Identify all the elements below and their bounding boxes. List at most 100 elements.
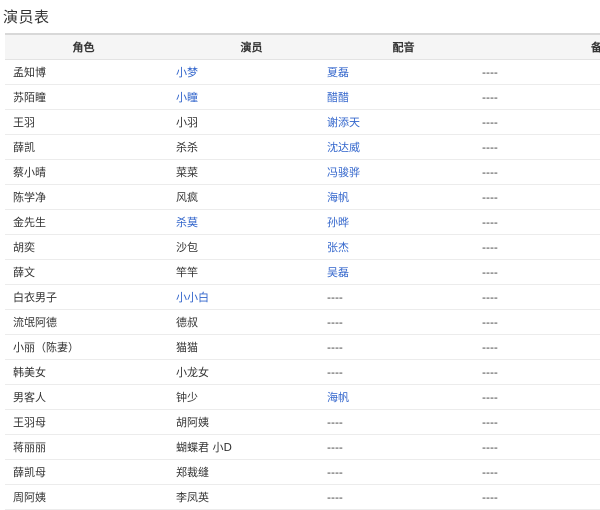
role-text: 孟知博 — [13, 66, 46, 79]
cell-role: 金先生 — [5, 209, 176, 235]
cell-note: ---- — [480, 209, 600, 235]
role-text: 胡奕 — [13, 241, 35, 254]
role-text: 薛凯 — [13, 141, 35, 154]
voice-link[interactable]: 吴磊 — [327, 266, 349, 279]
voice-link[interactable]: 海帆 — [327, 391, 349, 404]
cast-table: 角色 演员 配音 备注 孟知博 小梦 夏磊 ---- 苏陌瞳 小瞳 醋醋 ---- 王羽 小羽 谢添… — [5, 33, 600, 510]
cell-actor: 胡阿姨 — [176, 409, 327, 435]
cell-role: 白衣男子 — [5, 284, 176, 310]
note-text: ---- — [482, 390, 498, 404]
voice-link[interactable]: 夏磊 — [327, 66, 349, 79]
cell-note: ---- — [480, 459, 600, 485]
actor-link[interactable]: 小梦 — [176, 66, 198, 79]
header-row: 角色 演员 配音 备注 — [5, 33, 600, 60]
cell-note: ---- — [480, 59, 600, 85]
note-text: ---- — [482, 140, 498, 154]
header-role: 角色 — [5, 33, 176, 60]
table-row: 薛文 竿竿 吴磊 ---- — [5, 259, 600, 285]
cell-voice: 张杰 — [327, 234, 480, 260]
cell-role: 薛凯母 — [5, 459, 176, 485]
voice-link[interactable]: 谢添天 — [327, 116, 360, 129]
cell-actor: 风疯 — [176, 184, 327, 210]
cell-actor: 李凤英 — [176, 484, 327, 510]
table-row: 小丽（陈妻） 猫猫 ---- ---- — [5, 334, 600, 360]
cell-actor: 郑裁缝 — [176, 459, 327, 485]
table-row: 王羽母 胡阿姨 ---- ---- — [5, 409, 600, 435]
cell-note: ---- — [480, 234, 600, 260]
voice-link[interactable]: 醋醋 — [327, 91, 349, 104]
cell-voice: ---- — [327, 359, 480, 385]
page-title: 演员表 — [3, 8, 50, 26]
cell-note: ---- — [480, 109, 600, 135]
voice-text: ---- — [327, 415, 343, 429]
cell-voice: ---- — [327, 484, 480, 510]
note-text: ---- — [482, 265, 498, 279]
actor-text: 菜菜 — [176, 166, 198, 179]
voice-text: ---- — [327, 315, 343, 329]
cell-voice: ---- — [327, 459, 480, 485]
cell-voice: 冯骏骅 — [327, 159, 480, 185]
role-text: 流氓阿德 — [13, 316, 57, 329]
note-text: ---- — [482, 440, 498, 454]
cell-note: ---- — [480, 284, 600, 310]
cell-role: 苏陌瞳 — [5, 84, 176, 110]
header-voice: 配音 — [327, 33, 480, 60]
table-row: 苏陌瞳 小瞳 醋醋 ---- — [5, 84, 600, 110]
actor-link[interactable]: 小瞳 — [176, 91, 198, 104]
voice-text: ---- — [327, 365, 343, 379]
note-text: ---- — [482, 415, 498, 429]
voice-link[interactable]: 冯骏骅 — [327, 166, 360, 179]
cell-voice: ---- — [327, 284, 480, 310]
cell-actor: 小小白 — [176, 284, 327, 310]
note-text: ---- — [482, 465, 498, 479]
actor-text: 钟少 — [176, 391, 198, 404]
table-row: 胡奕 沙包 张杰 ---- — [5, 234, 600, 260]
role-text: 苏陌瞳 — [13, 91, 46, 104]
cell-role: 流氓阿德 — [5, 309, 176, 335]
cell-actor: 小梦 — [176, 59, 327, 85]
cell-actor: 猫猫 — [176, 334, 327, 360]
note-text: ---- — [482, 240, 498, 254]
role-text: 王羽母 — [13, 416, 46, 429]
cell-role: 周阿姨 — [5, 484, 176, 510]
role-text: 白衣男子 — [13, 291, 57, 304]
cell-voice: 夏磊 — [327, 59, 480, 85]
cell-voice: ---- — [327, 434, 480, 460]
note-text: ---- — [482, 65, 498, 79]
voice-link[interactable]: 张杰 — [327, 241, 349, 254]
table-row: 韩美女 小龙女 ---- ---- — [5, 359, 600, 385]
cell-role: 薛凯 — [5, 134, 176, 160]
actor-link[interactable]: 小小白 — [176, 291, 209, 304]
actor-link[interactable]: 杀莫 — [176, 216, 198, 229]
cell-voice: ---- — [327, 309, 480, 335]
role-text: 王羽 — [13, 116, 35, 129]
cell-role: 蔡小晴 — [5, 159, 176, 185]
voice-link[interactable]: 沈达威 — [327, 141, 360, 154]
note-text: ---- — [482, 315, 498, 329]
cell-note: ---- — [480, 334, 600, 360]
cast-table-body: 孟知博 小梦 夏磊 ---- 苏陌瞳 小瞳 醋醋 ---- 王羽 小羽 谢添天 ---- 薛凯 杀杀 沈达威… — [5, 59, 600, 510]
actor-text: 李凤英 — [176, 491, 209, 504]
voice-link[interactable]: 孙晔 — [327, 216, 349, 229]
cell-voice: ---- — [327, 409, 480, 435]
role-text: 周阿姨 — [13, 491, 46, 504]
cell-note: ---- — [480, 384, 600, 410]
cell-note: ---- — [480, 184, 600, 210]
cell-actor: 德叔 — [176, 309, 327, 335]
role-text: 陈学净 — [13, 191, 46, 204]
cell-actor: 菜菜 — [176, 159, 327, 185]
actor-text: 风疯 — [176, 191, 198, 204]
voice-link[interactable]: 海帆 — [327, 191, 349, 204]
cell-actor: 小羽 — [176, 109, 327, 135]
actor-text: 小羽 — [176, 116, 198, 129]
table-row: 蒋丽丽 蝴蝶君 小D ---- ---- — [5, 434, 600, 460]
note-text: ---- — [482, 215, 498, 229]
actor-text: 小龙女 — [176, 366, 209, 379]
table-row: 流氓阿德 德叔 ---- ---- — [5, 309, 600, 335]
cell-role: 蒋丽丽 — [5, 434, 176, 460]
actor-text: 猫猫 — [176, 341, 198, 354]
note-text: ---- — [482, 365, 498, 379]
role-text: 男客人 — [13, 391, 46, 404]
table-row: 薛凯母 郑裁缝 ---- ---- — [5, 459, 600, 485]
table-row: 孟知博 小梦 夏磊 ---- — [5, 59, 600, 85]
